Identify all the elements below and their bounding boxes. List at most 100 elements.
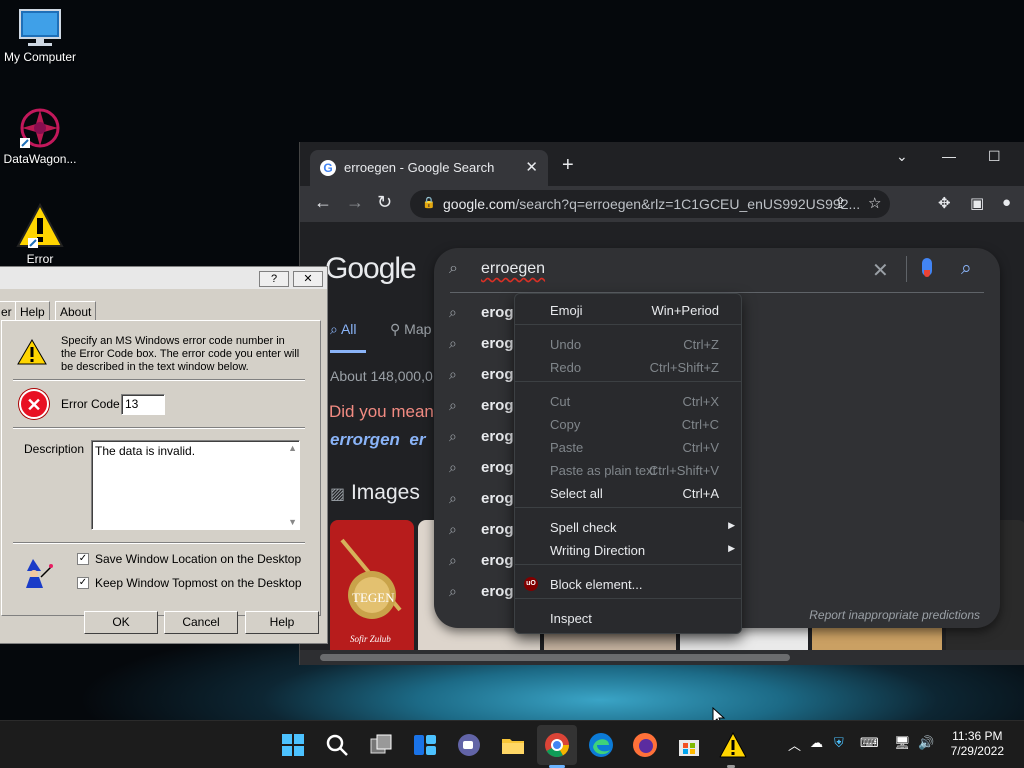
tab-maps[interactable]: ⚲ Map (390, 321, 431, 338)
scroll-up-icon[interactable]: ▲ (288, 443, 297, 453)
system-clock[interactable]: 11:36 PM 7/29/2022 (951, 729, 1004, 759)
chevron-up-icon[interactable]: ︿ (788, 735, 801, 754)
submenu-arrow-icon: ▶ (728, 520, 735, 530)
help-button[interactable]: Help (245, 611, 319, 634)
menu-item-paste-as-plain-text: Paste as plain text Ctrl+Shift+V (515, 459, 741, 482)
browser-tab[interactable]: G erroegen - Google Search ✕ (310, 150, 548, 186)
lock-icon: 🔒 (422, 197, 436, 209)
reload-icon[interactable]: ↻ (377, 192, 392, 213)
network-icon[interactable]: 🖥 (894, 735, 911, 751)
url-text: google.com/search?q=erroegen&rlz=1C1GCEU… (443, 196, 861, 212)
profile-icon[interactable]: ● (1002, 194, 1011, 211)
wizard-icon (26, 559, 53, 588)
bookmark-star-icon[interactable]: ☆ (868, 194, 881, 212)
suggestion-text: erog (481, 304, 514, 321)
desktop-icon-error[interactable]: Error (0, 202, 80, 266)
menu-item-label: Cut (550, 394, 571, 409)
forward-arrow-icon[interactable]: → (346, 192, 364, 213)
suggestion-text: erog (481, 366, 514, 383)
google-favicon-icon: G (320, 160, 336, 176)
desktop-icon-label: DataWagon... (3, 152, 77, 166)
address-bar[interactable]: 🔒 google.com/search?q=erroegen&rlz=1C1GC… (410, 190, 890, 218)
search-icon: ⌕ (449, 459, 457, 475)
separator (13, 542, 305, 544)
volume-icon[interactable]: 🔊 (918, 735, 934, 751)
image-thumbnail[interactable]: TEGEN Sofir Zulub (330, 520, 414, 650)
task-view-icon[interactable] (367, 731, 395, 759)
menu-item-label: Undo (550, 337, 582, 352)
back-arrow-icon[interactable]: ← (314, 192, 332, 213)
taskbar: ︿ ☁ ⛨ ⌨ 🖥 🔊 11:36 PM 7/29/2022 (0, 720, 1024, 768)
menu-item-spell-check[interactable]: Spell check ▶ (515, 516, 741, 539)
keyboard-icon[interactable]: ⌨ (860, 735, 879, 751)
teams-chat-icon[interactable] (455, 731, 483, 759)
onedrive-icon[interactable]: ☁ (810, 735, 823, 751)
search-icon: ⌕ (449, 366, 457, 382)
maximize-button[interactable]: ☐ (988, 148, 1001, 165)
clear-search-icon[interactable]: ✕ (872, 258, 889, 283)
desktop-icon-my-computer[interactable]: My Computer (0, 8, 80, 64)
monitor-icon (19, 9, 61, 46)
ok-button[interactable]: OK (84, 611, 158, 634)
suggestion-text: erog (481, 397, 514, 414)
description-textarea[interactable]: The data is invalid. ▲ ▼ (91, 440, 300, 530)
help-title-button[interactable]: ? (259, 271, 289, 287)
close-title-button[interactable]: ✕ (293, 271, 323, 287)
spelling-suggestion[interactable]: errorgen er (330, 430, 425, 450)
tab-search-icon[interactable]: ⌄ (896, 148, 908, 165)
search-icon: ⌕ (449, 260, 458, 277)
file-explorer-icon[interactable] (499, 731, 527, 759)
menu-item-writing-direction[interactable]: Writing Direction ▶ (515, 539, 741, 562)
search-input[interactable]: erroegen (481, 260, 545, 278)
warning-icon[interactable] (719, 731, 747, 759)
search-icon[interactable] (323, 731, 351, 759)
error-code-dialog: ? ✕ er Help About Specify an MS Windows … (0, 266, 328, 644)
keep-topmost-checkbox[interactable]: ✓ (77, 577, 89, 589)
side-panel-icon[interactable]: ▣ (970, 194, 984, 212)
close-tab-icon[interactable]: ✕ (525, 158, 538, 176)
tab-title: erroegen - Google Search (344, 160, 495, 175)
defender-shield-icon[interactable]: ⛨ (834, 735, 844, 751)
scrollbar-thumb[interactable] (320, 654, 790, 661)
search-icon: ⌕ (449, 428, 457, 444)
horizontal-scrollbar[interactable] (300, 650, 1024, 665)
thumbnail-caption: TEGEN (352, 590, 395, 605)
microphone-icon[interactable] (922, 258, 932, 277)
edge-icon[interactable] (587, 731, 615, 759)
new-tab-button[interactable]: + (562, 154, 574, 177)
share-icon[interactable]: ⇪ (834, 194, 847, 212)
menu-item-block-element[interactable]: Block element... uO (515, 573, 741, 596)
extensions-puzzle-icon[interactable]: ✥ (938, 194, 951, 212)
scroll-down-icon[interactable]: ▼ (288, 517, 297, 527)
minimize-button[interactable]: — (942, 148, 956, 164)
widgets-icon[interactable] (411, 731, 439, 759)
did-you-mean-label: Did you mean (329, 402, 434, 421)
desktop-icon-datawagon[interactable]: DataWagon... (0, 106, 80, 166)
firefox-icon[interactable] (631, 731, 659, 759)
menu-item-select-all[interactable]: Select all Ctrl+A (515, 482, 741, 505)
menu-item-label: Emoji (550, 303, 583, 318)
suggestion-text: erog (481, 583, 514, 600)
cancel-button[interactable]: Cancel (164, 611, 238, 634)
menu-item-label: Select all (550, 486, 603, 501)
store-icon[interactable] (675, 731, 703, 759)
tab-help[interactable]: Help (15, 301, 50, 321)
save-location-checkbox[interactable]: ✓ (77, 553, 89, 565)
menu-item-label: Block element... (550, 577, 643, 592)
chrome-icon[interactable] (543, 731, 571, 759)
report-predictions-link[interactable]: Report inappropriate predictions (809, 608, 980, 622)
menu-item-label: Redo (550, 360, 582, 375)
windows-start-icon[interactable] (279, 731, 307, 759)
menu-item-emoji[interactable]: Emoji Win+Period (515, 299, 741, 322)
submenu-arrow-icon: ▶ (728, 543, 735, 553)
menu-item-paste: Paste Ctrl+V (515, 436, 741, 459)
google-logo[interactable]: Google (325, 252, 417, 286)
menu-item-inspect[interactable]: Inspect (515, 607, 741, 630)
error-x-icon: ✕ (19, 389, 49, 419)
tab-about[interactable]: About (55, 301, 97, 321)
error-code-input[interactable]: 13 (121, 394, 165, 415)
separator (13, 379, 305, 381)
search-submit-icon[interactable]: ⌕ (961, 258, 972, 280)
menu-item-shortcut: Ctrl+X (682, 394, 719, 409)
tab-all[interactable]: ⌕ All (330, 321, 357, 338)
